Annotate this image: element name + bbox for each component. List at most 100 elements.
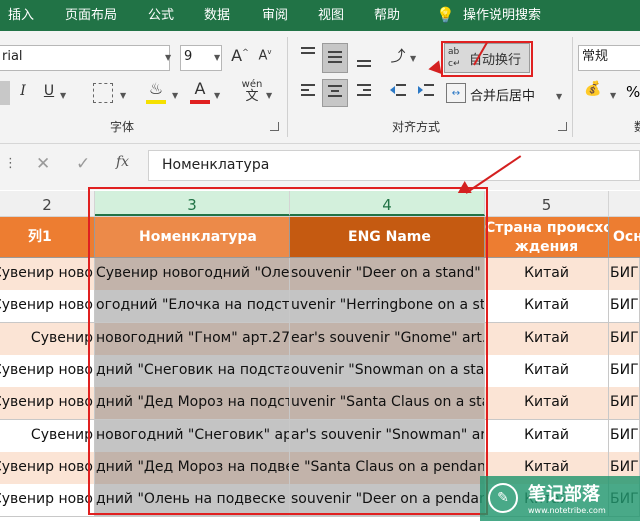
- table-cell-text: Китай: [524, 394, 569, 411]
- column-header-label: 5: [541, 196, 552, 214]
- tab-data[interactable]: 数据: [204, 0, 230, 31]
- underline-button[interactable]: U: [40, 83, 58, 105]
- table-cell-text: БИГ: [610, 265, 639, 281]
- font-name-box[interactable]: rial: [0, 45, 170, 71]
- tab-formulas[interactable]: 公式: [148, 0, 174, 31]
- table-cell-text: БИГ: [610, 426, 639, 443]
- table-header-label-line1: Страна происхо: [485, 220, 609, 236]
- confirm-icon[interactable]: ✓: [76, 154, 90, 174]
- font-dialog-launcher[interactable]: [270, 122, 279, 131]
- name-box-handle[interactable]: ⋮: [4, 156, 17, 171]
- chevron-down-icon[interactable]: ▼: [610, 91, 616, 100]
- lightbulb-icon: 💡: [436, 6, 455, 24]
- percent-button[interactable]: %: [626, 83, 640, 101]
- table-cell[interactable]: Сувенир: [0, 322, 95, 356]
- number-format-box[interactable]: 常规: [578, 45, 640, 71]
- table-cell[interactable]: Сувенир ново: [0, 387, 95, 421]
- table-cell[interactable]: БИГ: [609, 322, 640, 356]
- align-bottom-icon[interactable]: [352, 45, 376, 71]
- cancel-icon[interactable]: ✕: [36, 154, 50, 174]
- table-cell[interactable]: БИГ: [609, 354, 640, 388]
- align-center-icon[interactable]: [322, 79, 348, 107]
- font-color-button[interactable]: A: [190, 79, 210, 99]
- table-header-label-line2: ждения: [514, 239, 579, 255]
- chevron-down-icon[interactable]: ▼: [266, 91, 272, 100]
- table-header-col5[interactable]: Осн: [609, 217, 640, 258]
- italic-label: I: [20, 83, 26, 99]
- align-top-icon[interactable]: [296, 45, 320, 71]
- table-cell-text: Сувенир: [30, 426, 93, 443]
- grow-font-label: A: [231, 46, 243, 65]
- chevron-down-icon[interactable]: ▼: [214, 53, 220, 62]
- table-cell[interactable]: Китай: [485, 354, 609, 388]
- table-cell[interactable]: БИГ: [609, 387, 640, 421]
- column-header-5[interactable]: 5: [485, 191, 609, 216]
- font-name-value: rial: [2, 49, 23, 64]
- formula-input[interactable]: Номенклатура: [148, 150, 640, 181]
- tab-page-layout[interactable]: 页面布局: [65, 0, 117, 31]
- alignment-dialog-launcher[interactable]: [558, 122, 567, 131]
- tab-insert[interactable]: 插入: [8, 0, 34, 31]
- orientation-icon[interactable]: ⤴: [386, 45, 410, 71]
- tab-view[interactable]: 视图: [318, 0, 344, 31]
- table-header-country[interactable]: Страна происхо ждения: [485, 217, 609, 258]
- chevron-down-icon[interactable]: ▼: [120, 91, 126, 100]
- chevron-down-icon[interactable]: ▼: [410, 54, 416, 63]
- align-right-icon[interactable]: [352, 81, 376, 105]
- number-format-value: 常规: [582, 49, 609, 64]
- table-cell[interactable]: БИГ: [609, 258, 640, 291]
- merge-center-icon[interactable]: ↔: [446, 83, 466, 103]
- group-label-alignment: 对齐方式: [392, 120, 441, 134]
- shrink-font-button[interactable]: Av: [256, 48, 274, 70]
- font-color-swatch: [190, 100, 210, 104]
- watermark-title: 笔记部落: [528, 484, 600, 505]
- tab-help[interactable]: 帮助: [374, 0, 400, 31]
- tab-review[interactable]: 审阅: [262, 0, 288, 31]
- increase-indent-icon[interactable]: [414, 81, 438, 105]
- fill-color-icon[interactable]: ♨: [146, 79, 166, 99]
- table-cell[interactable]: Китай: [485, 290, 609, 324]
- annotation-highlight-box: [441, 41, 533, 77]
- chevron-down-icon[interactable]: ▼: [60, 91, 66, 100]
- table-cell[interactable]: Сувенир ново: [0, 258, 95, 291]
- table-header-col1[interactable]: 列1: [0, 217, 95, 258]
- underline-label: U: [43, 83, 55, 99]
- table-cell[interactable]: Китай: [485, 419, 609, 453]
- chevron-down-icon[interactable]: ▼: [214, 91, 220, 100]
- borders-icon[interactable]: [93, 83, 113, 103]
- table-cell[interactable]: Сувенир ново: [0, 484, 95, 518]
- table-cell[interactable]: Сувенир ново: [0, 451, 95, 485]
- tell-me-search[interactable]: 操作说明搜索: [463, 0, 541, 31]
- table-cell[interactable]: Сувенир: [0, 419, 95, 453]
- insert-function-icon[interactable]: fx: [116, 154, 129, 170]
- format-painter-button[interactable]: [0, 81, 10, 105]
- table-cell[interactable]: Китай: [485, 258, 609, 291]
- decrease-indent-icon[interactable]: [386, 81, 410, 105]
- annotation-selection-box: [88, 187, 488, 515]
- table-cell-text: Сувенир ново: [0, 491, 93, 508]
- merge-center-label[interactable]: 合并后居中: [470, 85, 535, 104]
- italic-button[interactable]: I: [14, 83, 32, 105]
- table-cell-text: Китай: [524, 329, 569, 346]
- currency-icon[interactable]: 💰: [582, 81, 604, 103]
- table-cell[interactable]: БИГ: [609, 290, 640, 324]
- table-cell[interactable]: БИГ: [609, 419, 640, 453]
- align-left-icon[interactable]: [296, 81, 320, 105]
- align-middle-icon[interactable]: [322, 43, 348, 73]
- column-header-2[interactable]: 2: [0, 191, 95, 216]
- chevron-down-icon[interactable]: ▼: [165, 53, 171, 62]
- formula-content: Номенклатура: [162, 157, 270, 173]
- table-cell[interactable]: Китай: [485, 387, 609, 421]
- grow-font-button[interactable]: A^: [230, 46, 250, 70]
- column-header-6[interactable]: [609, 191, 640, 216]
- table-cell[interactable]: Сувенир ново: [0, 290, 95, 324]
- table-cell[interactable]: Сувенир ново: [0, 354, 95, 388]
- chevron-down-icon[interactable]: ▼: [556, 92, 562, 101]
- phonetic-guide-button[interactable]: wén 文: [240, 79, 264, 103]
- table-header-label: 列1: [28, 229, 52, 245]
- ribbon-tab-bar: 插入 页面布局 公式 数据 审阅 视图 帮助 💡 操作说明搜索: [0, 0, 640, 31]
- chevron-down-icon[interactable]: ▼: [172, 91, 178, 100]
- table-cell-text: Сувенир: [30, 329, 93, 346]
- watermark-badge: ✎ 笔记部落 www.notetribe.com: [480, 476, 640, 521]
- table-cell[interactable]: Китай: [485, 322, 609, 356]
